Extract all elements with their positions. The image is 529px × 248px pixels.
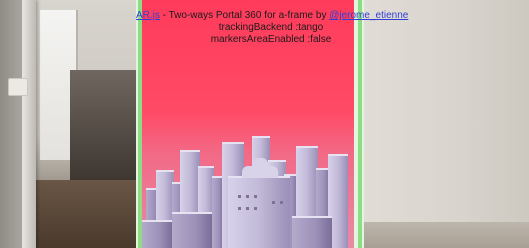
window: [254, 195, 257, 198]
title-text: - Two-ways Portal 360 for a-frame by: [159, 10, 330, 21]
window: [238, 195, 241, 198]
title-line: AR.js - Two-ways Portal 360 for a-frame …: [136, 10, 408, 22]
window: [246, 207, 249, 210]
info-overlay: AR.js - Two-ways Portal 360 for a-frame …: [136, 10, 408, 46]
tower-top: [252, 158, 268, 166]
markers-area-text: markersAreaEnabled :false: [210, 34, 332, 45]
portal-city: [142, 118, 354, 248]
author-link[interactable]: @jerome_etienne: [329, 10, 408, 21]
window: [272, 201, 275, 204]
camera-floor-left: [36, 180, 140, 248]
tracking-backend-text: trackingBackend :tango: [218, 22, 324, 33]
light-switch: [8, 78, 28, 96]
window: [246, 195, 249, 198]
window: [238, 207, 241, 210]
foreground-tower: [228, 176, 290, 248]
window: [280, 201, 283, 204]
ar-camera-view: AR.js - Two-ways Portal 360 for a-frame …: [0, 0, 529, 248]
building: [172, 212, 212, 248]
tower-roof: [242, 166, 278, 178]
building: [142, 220, 172, 248]
camera-floor-right: [362, 222, 529, 248]
camera-dark-room: [70, 70, 136, 180]
window: [254, 207, 257, 210]
building: [292, 216, 332, 248]
arjs-link[interactable]: AR.js: [136, 10, 160, 21]
camera-door-frame: [22, 0, 36, 248]
